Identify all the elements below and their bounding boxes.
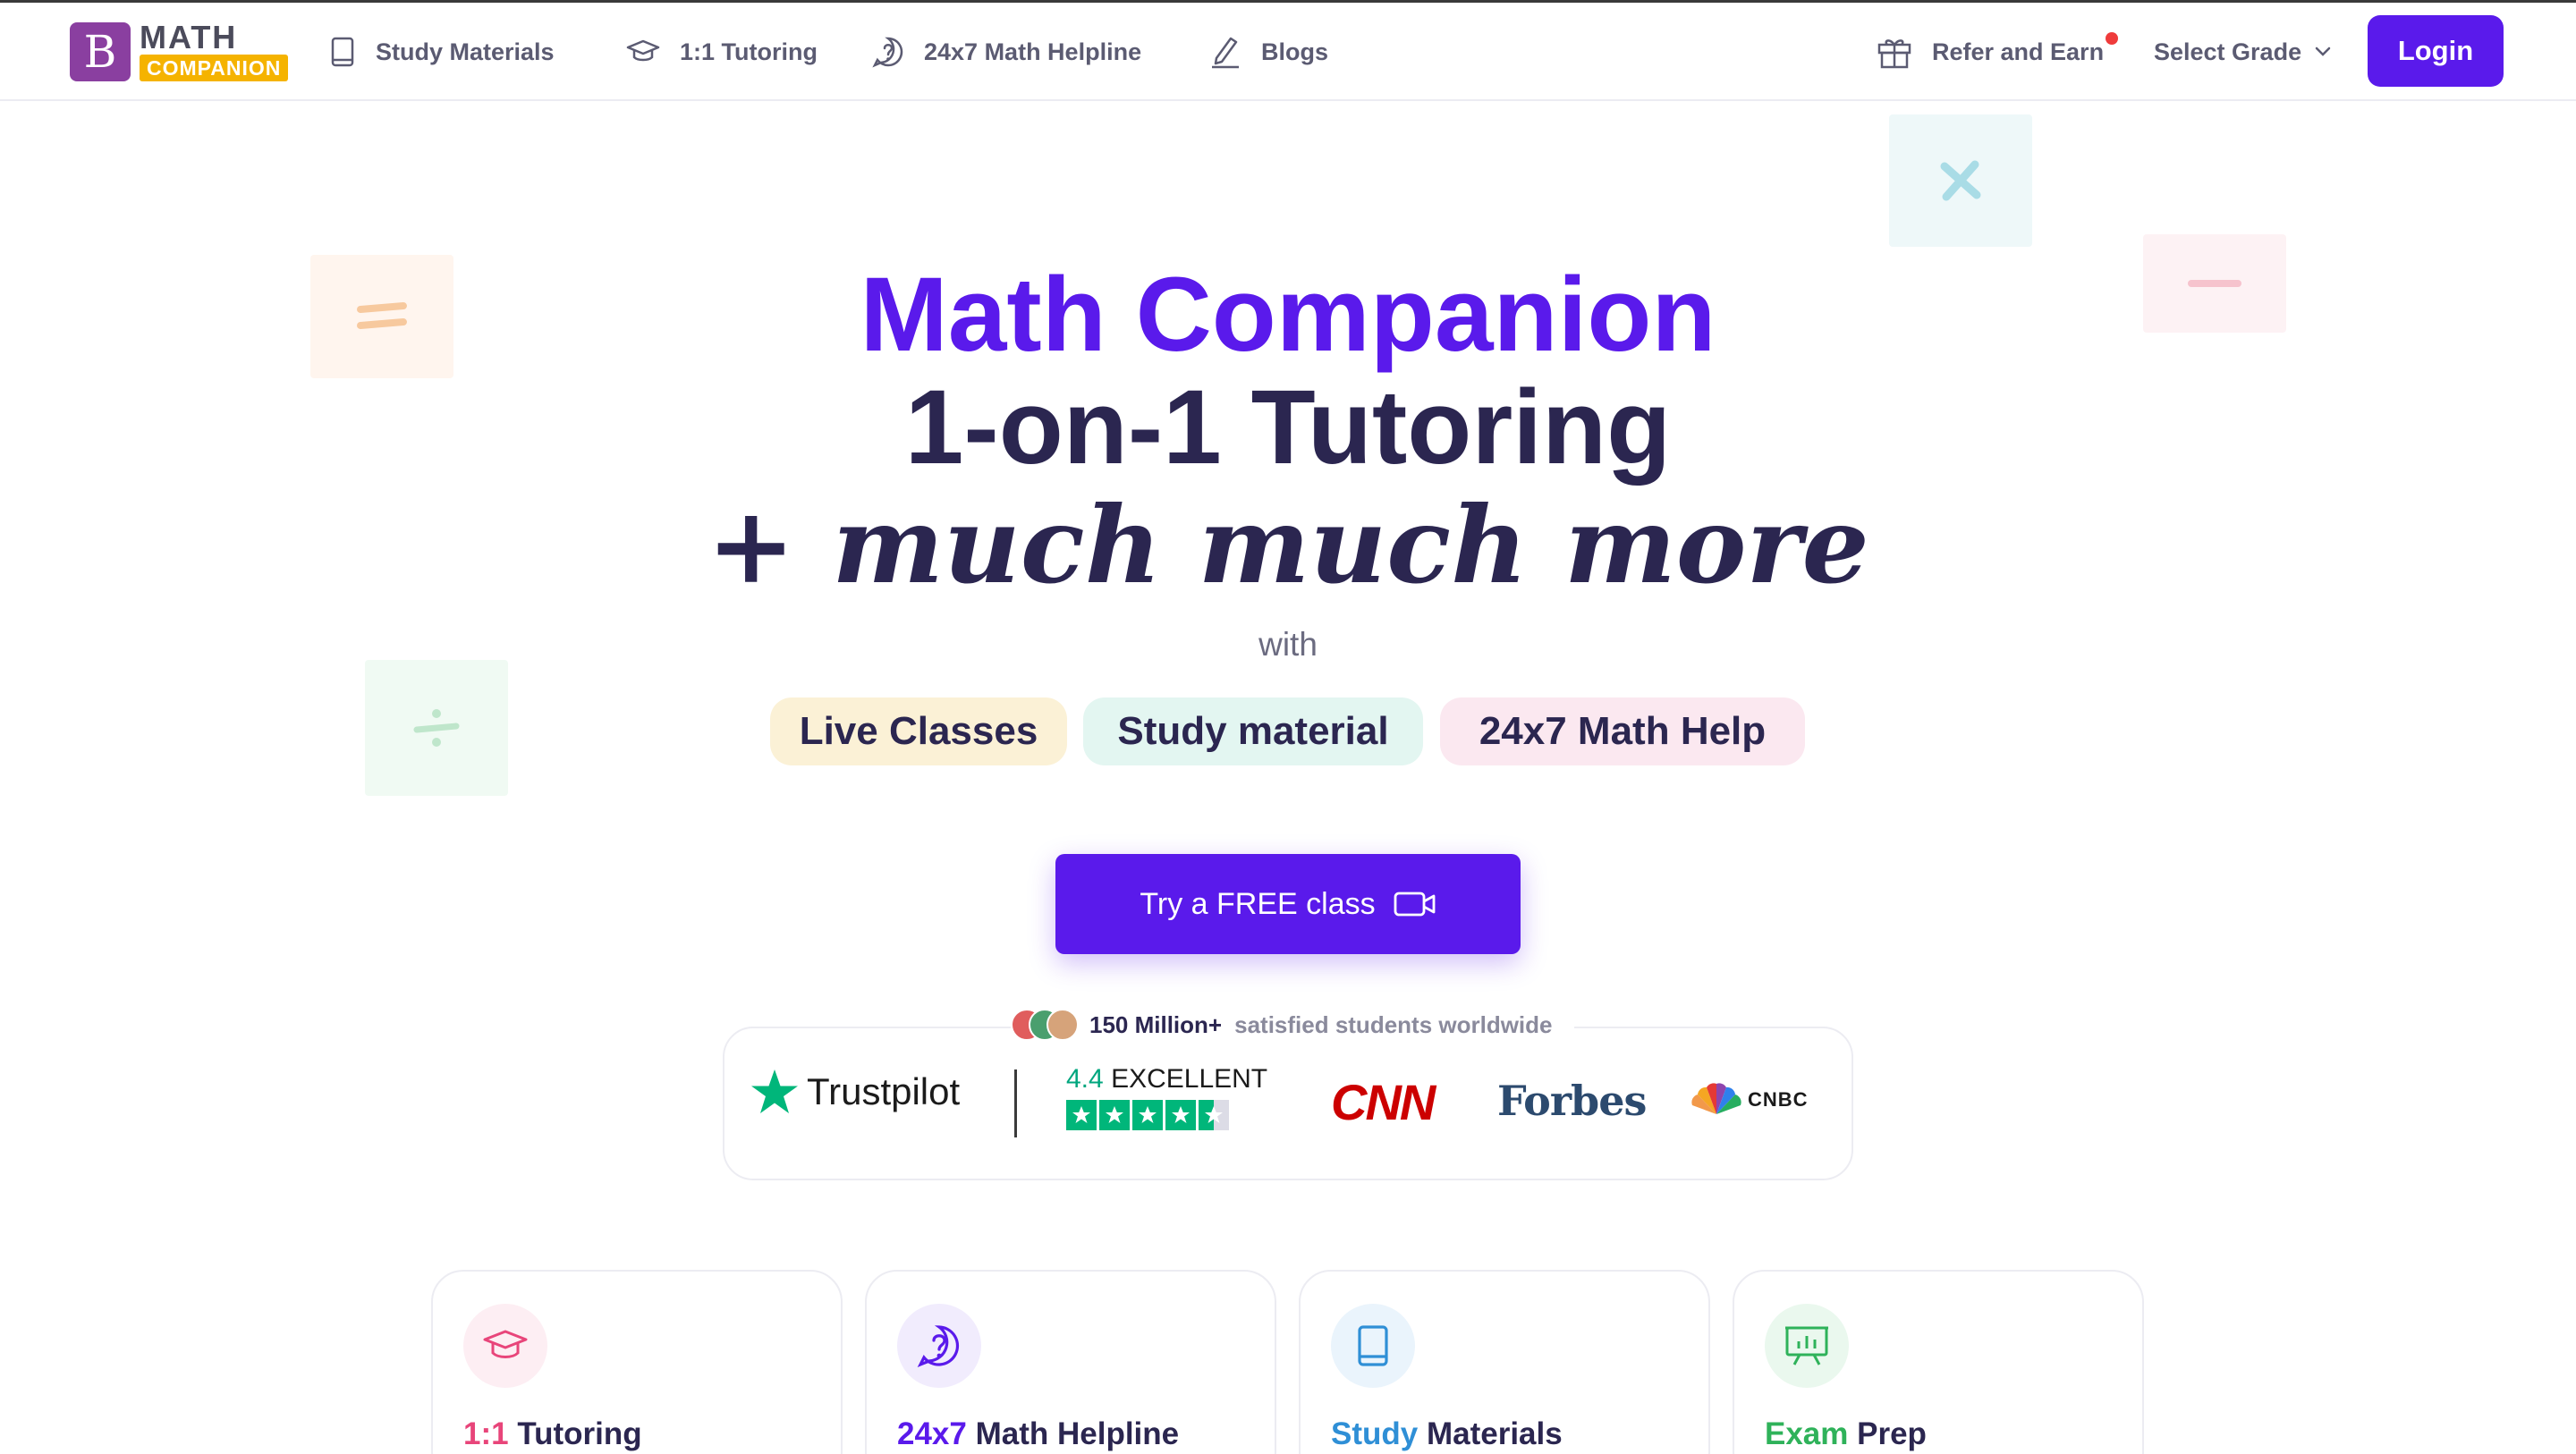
feature-card-exam-prep[interactable]: Exam Prep bbox=[1733, 1270, 2144, 1454]
help-chat-icon bbox=[872, 37, 903, 68]
star-icon bbox=[1132, 1100, 1163, 1130]
refer-and-earn-label: Refer and Earn bbox=[1932, 38, 2105, 65]
notification-dot bbox=[2106, 32, 2118, 45]
hero-subtitle: 1-on-1 Tutoring bbox=[904, 368, 1672, 486]
student-avatars bbox=[1011, 1007, 1084, 1043]
trustpilot-rating: 4.4 EXCELLENT bbox=[1066, 1064, 1267, 1095]
gift-icon bbox=[1877, 39, 1911, 69]
feature-title-rest: Prep bbox=[1848, 1416, 1927, 1451]
nav-math-helpline-label: 24x7 Math Helpline bbox=[924, 38, 1142, 65]
nbc-peacock-icon bbox=[1691, 1083, 1741, 1114]
refer-and-earn-link[interactable]: Refer and Earn bbox=[1877, 30, 2104, 74]
chevron-down-icon bbox=[2315, 46, 2331, 56]
video-camera-icon bbox=[1394, 892, 1436, 917]
avatar bbox=[1046, 1009, 1079, 1041]
rating-word: EXCELLENT bbox=[1111, 1064, 1268, 1094]
divide-decor-tile bbox=[365, 660, 508, 796]
trustpilot-star-icon bbox=[751, 1069, 798, 1113]
pill-math-help: 24x7 Math Help bbox=[1440, 697, 1805, 765]
feature-icon-wrap bbox=[1765, 1304, 1849, 1388]
pill-study-material: Study material bbox=[1083, 697, 1423, 765]
book-icon bbox=[331, 37, 354, 67]
feature-title-rest: Math Helpline bbox=[966, 1416, 1180, 1451]
multiply-icon bbox=[1940, 160, 1981, 201]
students-text: satisfied students worldwide bbox=[1234, 1010, 1553, 1038]
trustpilot-stars bbox=[1066, 1100, 1232, 1130]
hero-title: Math Companion bbox=[860, 256, 1716, 374]
book-icon bbox=[1358, 1325, 1388, 1366]
star-icon bbox=[1066, 1100, 1097, 1130]
nav-blogs[interactable]: Blogs bbox=[1209, 30, 1328, 74]
graduation-cap-icon bbox=[626, 39, 660, 62]
logo-mark: B bbox=[70, 22, 131, 81]
feature-title-accent: 24x7 bbox=[897, 1416, 967, 1451]
math-companion-logo[interactable]: B MATH COMPANION bbox=[70, 19, 289, 83]
nav-tutoring-label: 1:1 Tutoring bbox=[680, 38, 818, 65]
nav-study-materials[interactable]: Study Materials bbox=[329, 30, 555, 74]
presentation-chart-icon bbox=[1785, 1326, 1828, 1365]
cnbc-wordmark: CNBC bbox=[1748, 1088, 1809, 1111]
nav-study-materials-label: Study Materials bbox=[376, 38, 555, 65]
students-count-line: 150 Million+ satisfied students worldwid… bbox=[1011, 1007, 1574, 1043]
nav-tutoring[interactable]: 1:1 Tutoring bbox=[626, 30, 818, 74]
feature-icon-wrap bbox=[897, 1304, 981, 1388]
select-grade-dropdown[interactable]: Select Grade bbox=[2154, 30, 2332, 74]
star-icon bbox=[1099, 1100, 1130, 1130]
forbes-logo: Forbes bbox=[1497, 1077, 1647, 1125]
students-count: 150 Million+ bbox=[1089, 1010, 1223, 1038]
feature-icon-wrap bbox=[463, 1304, 547, 1388]
cnn-logo: CNN bbox=[1331, 1074, 1436, 1130]
feature-card-tutoring[interactable]: 1:1 Tutoring bbox=[431, 1270, 843, 1454]
trustpilot-logo[interactable]: Trustpilot bbox=[750, 1068, 960, 1116]
feature-title: Exam Prep bbox=[1765, 1416, 1927, 1452]
hero-tagline: + much much more bbox=[707, 483, 1869, 607]
multiply-decor-tile bbox=[1889, 114, 2032, 247]
select-grade-label: Select Grade bbox=[2154, 38, 2302, 65]
half-star-icon bbox=[1199, 1100, 1229, 1130]
feature-title-rest: Tutoring bbox=[508, 1416, 642, 1451]
feature-card-study-materials[interactable]: Study Materials bbox=[1299, 1270, 1710, 1454]
divide-icon bbox=[413, 709, 460, 747]
trustpilot-name: Trustpilot bbox=[807, 1070, 961, 1112]
star-icon bbox=[1165, 1100, 1196, 1130]
feature-title-accent: Study bbox=[1331, 1416, 1419, 1451]
try-free-class-label: Try a FREE class bbox=[1140, 886, 1376, 921]
trust-divider bbox=[1014, 1069, 1017, 1137]
nav-blogs-label: Blogs bbox=[1261, 38, 1329, 65]
feature-title: 1:1 Tutoring bbox=[463, 1416, 642, 1452]
feature-title: 24x7 Math Helpline bbox=[897, 1416, 1179, 1452]
try-free-class-button[interactable]: Try a FREE class bbox=[1055, 854, 1521, 954]
login-button[interactable]: Login bbox=[2368, 15, 2504, 87]
feature-card-helpline[interactable]: 24x7 Math Helpline bbox=[865, 1270, 1276, 1454]
feature-title-accent: 1:1 bbox=[463, 1416, 509, 1451]
help-chat-icon bbox=[917, 1325, 960, 1368]
pen-icon bbox=[1212, 37, 1239, 69]
hero-with-text: with bbox=[1258, 626, 1318, 663]
logo-text-companion: COMPANION bbox=[140, 55, 289, 81]
feature-title: Study Materials bbox=[1331, 1416, 1563, 1452]
graduation-cap-icon bbox=[483, 1330, 528, 1358]
feature-title-accent: Exam bbox=[1765, 1416, 1849, 1451]
nav-math-helpline[interactable]: 24x7 Math Helpline bbox=[872, 30, 1141, 74]
rating-value: 4.4 bbox=[1066, 1064, 1104, 1094]
top-navigation: B MATH COMPANION Study Materials 1:1 Tut… bbox=[0, 3, 2576, 101]
pill-live-classes: Live Classes bbox=[770, 697, 1067, 765]
cnbc-logo: CNBC bbox=[1689, 1082, 1809, 1118]
feature-title-rest: Materials bbox=[1418, 1416, 1563, 1451]
feature-icon-wrap bbox=[1331, 1304, 1415, 1388]
logo-text-math: MATH bbox=[140, 19, 238, 55]
